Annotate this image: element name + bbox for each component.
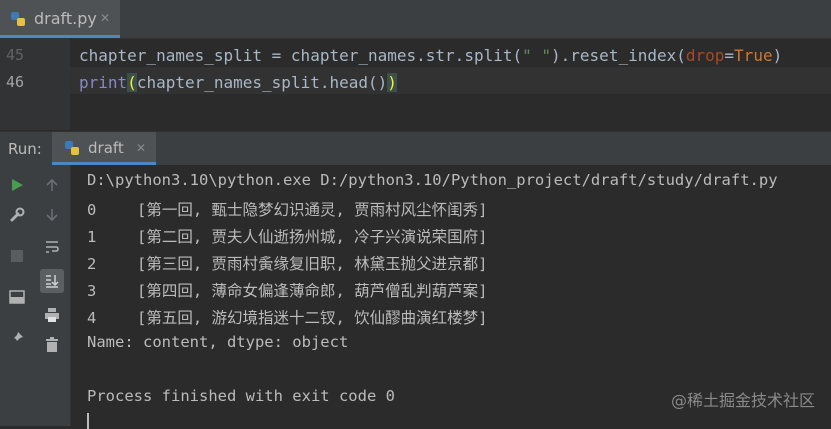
brace-match-close: ) (387, 73, 397, 92)
scroll-to-end-icon[interactable] (40, 269, 64, 293)
row-index: 3 (87, 282, 97, 300)
close-icon[interactable]: ✕ (136, 141, 146, 155)
code-token: chapter_names_split = chapter_names.str.… (79, 46, 523, 65)
console-dtype-line: Name: content, dtype: object (87, 333, 349, 351)
run-toolbar (0, 165, 34, 426)
rerun-icon[interactable] (5, 173, 29, 197)
console-finish-line: Process finished with exit code 0 (87, 387, 395, 405)
close-icon[interactable]: ✕ (100, 11, 110, 25)
row-value: [第二回, 贾夫人仙逝扬州城, 冷子兴演说荣国府] (137, 228, 488, 246)
editor-tab-label: draft.py (34, 9, 97, 28)
wrench-icon[interactable] (5, 203, 29, 227)
row-index: 0 (87, 201, 97, 219)
run-tab-label: draft (88, 139, 124, 157)
code-keyword: True (734, 46, 773, 65)
down-arrow-icon[interactable] (40, 203, 64, 227)
print-icon[interactable] (40, 303, 64, 327)
run-label: Run: (8, 140, 42, 158)
layout-icon[interactable] (5, 285, 29, 309)
row-value: [第三回, 贾雨村夤缘复旧职, 林黛玉抛父进京都] (137, 255, 488, 273)
run-toolwindow-header: Run: draft ✕ (0, 131, 831, 165)
code-token: chapter_names_split.head() (136, 73, 388, 92)
stop-icon (5, 244, 29, 268)
console-row: 1 [第二回, 贾夫人仙逝扬州城, 冷子兴演说荣国府] (87, 225, 488, 247)
code-line-45: chapter_names_split = chapter_names.str.… (79, 46, 782, 65)
brace-match-open: ( (127, 73, 137, 92)
python-file-icon (10, 11, 26, 31)
console-row: 3 [第四回, 薄命女偏逢薄命郎, 葫芦僧乱判葫芦案] (87, 279, 488, 301)
soft-wrap-icon[interactable] (40, 235, 64, 259)
code-token: ).reset_index( (551, 46, 686, 65)
row-index: 1 (87, 228, 97, 246)
console-row: 0 [第一回, 甄士隐梦幻识通灵, 贾雨村风尘怀闺秀] (87, 198, 488, 220)
code-editor[interactable]: 45 46 chapter_names_split = chapter_name… (0, 39, 831, 130)
code-param: drop (685, 46, 725, 65)
line-number: 46 (6, 73, 25, 91)
code-string: " " (522, 46, 552, 65)
code-token: = (724, 46, 735, 65)
code-token: ) (772, 46, 783, 65)
row-index: 2 (87, 255, 97, 273)
console-command-line: D:\python3.10\python.exe D:/python3.10/P… (87, 171, 778, 189)
text-cursor (87, 413, 89, 429)
editor-tab-draft-py[interactable]: draft.py ✕ (0, 0, 120, 38)
row-value: [第一回, 甄士隐梦幻识通灵, 贾雨村风尘怀闺秀] (137, 201, 488, 219)
run-console[interactable]: D:\python3.10\python.exe D:/python3.10/P… (71, 165, 831, 429)
code-line-46: print(chapter_names_split.head()) (79, 73, 397, 92)
line-number: 45 (6, 46, 25, 64)
pin-icon[interactable] (5, 326, 29, 350)
trash-icon[interactable] (40, 333, 64, 357)
console-row: 4 [第五回, 游幻境指迷十二钗, 饮仙醪曲演红楼梦] (87, 306, 488, 328)
row-value: [第五回, 游幻境指迷十二钗, 饮仙醪曲演红楼梦] (137, 309, 488, 327)
console-row: 2 [第三回, 贾雨村夤缘复旧职, 林黛玉抛父进京都] (87, 252, 488, 274)
console-toolbar (34, 165, 71, 426)
row-value: [第四回, 薄命女偏逢薄命郎, 葫芦僧乱判葫芦案] (137, 282, 488, 300)
run-tab-draft[interactable]: draft ✕ (52, 132, 156, 165)
line-number-gutter: 45 46 (0, 39, 70, 130)
watermark: @稀土掘金技术社区 (670, 391, 815, 410)
python-file-icon (64, 140, 80, 160)
editor-tab-strip: draft.py ✕ (0, 0, 831, 39)
up-arrow-icon[interactable] (40, 173, 64, 197)
row-index: 4 (87, 309, 97, 327)
code-builtin: print (79, 73, 128, 92)
